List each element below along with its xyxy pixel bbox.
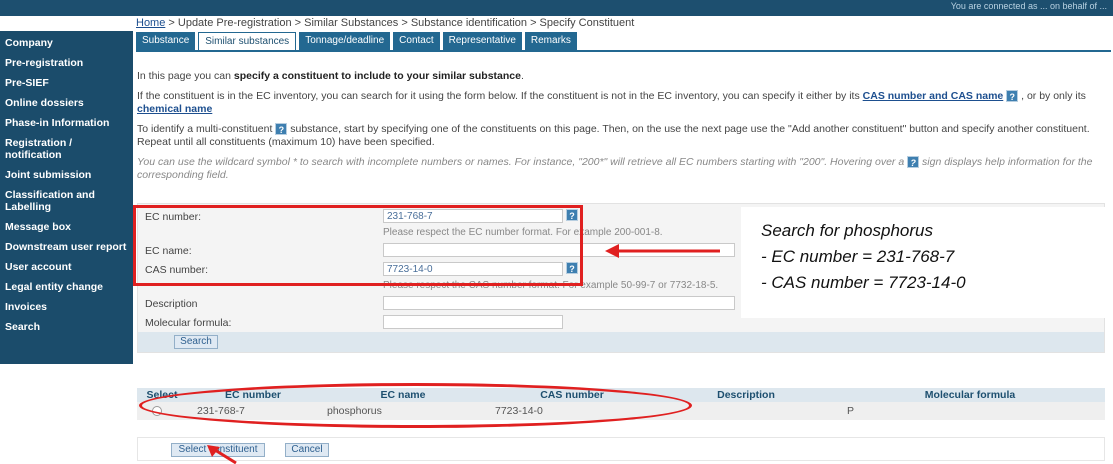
sidebar-item-legal-entity-change[interactable]: Legal entity change — [0, 277, 133, 297]
tab-remarks[interactable]: Remarks — [524, 32, 577, 50]
tab-underline — [136, 50, 1111, 52]
intro-paragraph-1: In this page you can specify a constitue… — [137, 70, 524, 82]
tab-bar: Substance Similar substances Tonnage/dea… — [136, 32, 577, 50]
sidebar-item-classification-labelling[interactable]: Classification and Labelling — [0, 185, 133, 217]
breadcrumb-home-link[interactable]: Home — [136, 17, 165, 29]
tab-tonnage-deadline[interactable]: Tonnage/deadline — [299, 32, 391, 50]
intro-emphasis: specify a constituent to include to your… — [233, 70, 521, 82]
help-icon[interactable]: ? — [1006, 90, 1019, 103]
sidebar-item-pre-registration[interactable]: Pre-registration — [0, 53, 133, 73]
sidebar-item-joint-submission[interactable]: Joint submission — [0, 165, 133, 185]
sidebar-item-invoices[interactable]: Invoices — [0, 297, 133, 317]
sidebar-item-phase-in-information[interactable]: Phase-in Information — [0, 113, 133, 133]
annotation-callout: Search for phosphorus - EC number = 231-… — [741, 207, 1106, 318]
tab-contact[interactable]: Contact — [393, 32, 440, 50]
sidebar-item-registration-notification[interactable]: Registration / notification — [0, 133, 133, 165]
intro-paragraph-4: You can use the wildcard symbol * to sea… — [137, 156, 1093, 181]
molecular-formula-input[interactable] — [383, 315, 563, 329]
annotation-arrow — [605, 244, 720, 258]
callout-title: Search for phosphorus — [761, 221, 933, 240]
sidebar-item-company[interactable]: Company — [0, 33, 133, 53]
description-input[interactable] — [383, 296, 735, 310]
chemical-name-link[interactable]: chemical name — [137, 103, 212, 115]
tab-representative[interactable]: Representative — [442, 32, 522, 50]
highlight-ellipse — [139, 383, 692, 428]
connection-notice: You are connected as ... on behalf of ..… — [950, 1, 1107, 11]
molecular-formula-label: Molecular formula: — [145, 317, 232, 329]
sidebar-item-message-box[interactable]: Message box — [0, 217, 133, 237]
highlight-rectangle — [133, 205, 583, 286]
help-icon[interactable]: ? — [275, 123, 288, 136]
intro-text: In this page you can specify a constitue… — [137, 70, 1105, 189]
cancel-button[interactable]: Cancel — [285, 443, 329, 457]
cell-molecular-formula: P — [847, 405, 855, 417]
tab-substance[interactable]: Substance — [136, 32, 196, 50]
search-button-strip: Search — [138, 332, 1104, 352]
sidebar-item-search[interactable]: Search — [0, 317, 133, 337]
search-button[interactable]: Search — [174, 335, 218, 349]
description-label: Description — [145, 298, 198, 310]
annotation-arrow-bottom — [207, 445, 237, 464]
sidebar-item-user-account[interactable]: User account — [0, 257, 133, 277]
intro-paragraph-2: If the constituent is in the EC inventor… — [137, 90, 1086, 115]
cas-number-name-link[interactable]: CAS number and CAS name — [863, 90, 1004, 102]
help-icon[interactable]: ? — [907, 156, 920, 169]
sidebar-item-pre-sief[interactable]: Pre-SIEF — [0, 73, 133, 93]
breadcrumb-trail: > Update Pre-registration > Similar Subs… — [165, 17, 635, 29]
sidebar-item-downstream-user-report[interactable]: Downstream user report — [0, 237, 133, 257]
action-bar: Select constituent Cancel — [137, 437, 1105, 461]
tab-similar-substances[interactable]: Similar substances — [198, 32, 297, 50]
intro-paragraph-3: To identify a multi-constituent ? substa… — [137, 123, 1090, 148]
top-bar: You are connected as ... on behalf of ..… — [0, 0, 1113, 16]
callout-cas-number: - CAS number = 7723-14-0 — [761, 273, 966, 292]
sidebar-nav: Company Pre-registration Pre-SIEF Online… — [0, 31, 133, 364]
col-header-molecular-formula: Molecular formula — [924, 389, 1016, 401]
breadcrumb: Home > Update Pre-registration > Similar… — [136, 16, 634, 31]
callout-ec-number: - EC number = 231-768-7 — [761, 247, 955, 266]
sidebar-item-online-dossiers[interactable]: Online dossiers — [0, 93, 133, 113]
